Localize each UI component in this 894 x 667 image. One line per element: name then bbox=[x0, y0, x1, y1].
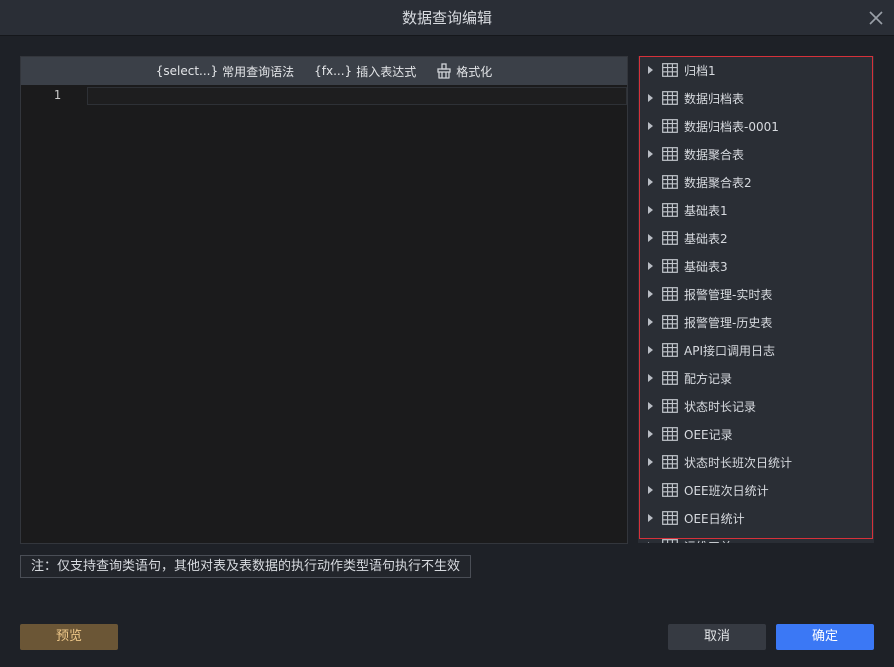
table-grid-icon bbox=[662, 399, 678, 413]
table-item-label: 报警管理-历史表 bbox=[684, 315, 773, 330]
caret-right-icon[interactable] bbox=[648, 318, 653, 326]
table-grid-icon bbox=[662, 147, 678, 161]
table-grid-icon bbox=[662, 539, 678, 543]
table-item-label: API接口调用日志 bbox=[684, 343, 775, 358]
table-item[interactable]: 归档1 bbox=[638, 56, 874, 84]
table-grid-icon bbox=[662, 119, 678, 133]
table-grid-icon bbox=[662, 63, 678, 77]
line-gutter: 1 bbox=[21, 85, 83, 543]
table-grid-icon bbox=[662, 175, 678, 189]
table-grid-icon bbox=[662, 259, 678, 273]
caret-right-icon[interactable] bbox=[648, 178, 653, 186]
table-item[interactable]: 基础表3 bbox=[638, 252, 874, 280]
caret-right-icon[interactable] bbox=[648, 514, 653, 522]
table-item-label: 数据归档表-0001 bbox=[684, 119, 779, 134]
table-item-label: 状态时长记录 bbox=[684, 399, 757, 414]
table-item-label: 数据聚合表2 bbox=[684, 175, 752, 190]
close-icon bbox=[869, 11, 883, 25]
select-code-label: {select...} bbox=[155, 64, 219, 78]
table-item[interactable]: 状态时长班次日统计 bbox=[638, 448, 874, 476]
table-item[interactable]: 基础表2 bbox=[638, 224, 874, 252]
table-item[interactable]: 数据聚合表 bbox=[638, 140, 874, 168]
table-grid-icon bbox=[662, 231, 678, 245]
table-tree[interactable]: 归档1 数据归档表数据归档表-0001 数据聚合表数据聚合表2 基础表1 基础表2 基础表… bbox=[638, 56, 874, 543]
table-item-label: 基础表3 bbox=[684, 259, 728, 274]
table-grid-icon bbox=[662, 287, 678, 301]
preview-button[interactable]: 预览 bbox=[20, 624, 118, 650]
table-grid-icon bbox=[662, 455, 678, 469]
code-line-input[interactable] bbox=[87, 87, 627, 105]
caret-right-icon[interactable] bbox=[648, 374, 653, 382]
table-item-label: OEE班次日统计 bbox=[684, 483, 769, 498]
caret-right-icon[interactable] bbox=[648, 94, 653, 102]
table-item[interactable]: 基础表1 bbox=[638, 196, 874, 224]
table-grid-icon bbox=[662, 427, 678, 441]
cancel-button[interactable]: 取消 bbox=[668, 624, 766, 650]
table-item[interactable]: 配方记录 bbox=[638, 364, 874, 392]
fx-code-label: {fx...} bbox=[314, 64, 353, 78]
caret-right-icon[interactable] bbox=[648, 150, 653, 158]
caret-right-icon[interactable] bbox=[648, 458, 653, 466]
table-item-label: OEE记录 bbox=[684, 427, 733, 442]
table-list: 归档1 数据归档表数据归档表-0001 数据聚合表数据聚合表2 基础表1 基础表2 基础表… bbox=[638, 56, 874, 543]
table-item-label: 状态时长班次日统计 bbox=[684, 455, 793, 470]
caret-right-icon[interactable] bbox=[648, 234, 653, 242]
table-grid-icon bbox=[662, 91, 678, 105]
table-item[interactable]: 报警管理-历史表 bbox=[638, 308, 874, 336]
table-item[interactable]: 数据聚合表2 bbox=[638, 168, 874, 196]
common-syntax-button[interactable]: {select...} 常用查询语法 bbox=[156, 63, 294, 80]
table-item-label: 数据聚合表 bbox=[684, 147, 745, 162]
caret-right-icon[interactable] bbox=[648, 542, 653, 543]
insert-expression-button[interactable]: {fx...} 插入表达式 bbox=[314, 63, 416, 80]
table-item-label: 运维工单 bbox=[684, 538, 732, 544]
table-item[interactable]: 状态时长记录 bbox=[638, 392, 874, 420]
caret-right-icon[interactable] bbox=[648, 430, 653, 438]
table-grid-icon bbox=[662, 371, 678, 385]
format-button[interactable]: 格式化 bbox=[436, 63, 492, 80]
dialog-title: 数据查询编辑 bbox=[401, 9, 492, 27]
ok-button[interactable]: 确定 bbox=[776, 624, 874, 650]
table-item[interactable]: 数据归档表 bbox=[638, 84, 874, 112]
dialog-titlebar: 数据查询编辑 bbox=[0, 0, 894, 36]
caret-right-icon[interactable] bbox=[648, 122, 653, 130]
table-item[interactable]: OEE班次日统计 bbox=[638, 476, 874, 504]
table-item-label: 基础表2 bbox=[684, 231, 728, 246]
sql-editor[interactable]: {select...} 常用查询语法 {fx...} 插入表达式 格式化 1 bbox=[20, 56, 628, 544]
table-grid-icon bbox=[662, 203, 678, 217]
table-item[interactable]: API接口调用日志 bbox=[638, 336, 874, 364]
table-item[interactable]: 运维工单 bbox=[638, 532, 874, 543]
caret-right-icon[interactable] bbox=[648, 486, 653, 494]
format-brush-icon bbox=[437, 63, 451, 79]
editor-toolbar: {select...} 常用查询语法 {fx...} 插入表达式 格式化 bbox=[21, 57, 627, 85]
format-label: 格式化 bbox=[456, 64, 493, 79]
table-item-label: 基础表1 bbox=[684, 203, 728, 218]
caret-right-icon[interactable] bbox=[648, 206, 653, 214]
table-item[interactable]: OEE记录 bbox=[638, 420, 874, 448]
caret-right-icon[interactable] bbox=[648, 346, 653, 354]
caret-right-icon[interactable] bbox=[648, 402, 653, 410]
table-item-label: 报警管理-实时表 bbox=[684, 287, 773, 302]
table-grid-icon bbox=[662, 511, 678, 525]
caret-right-icon[interactable] bbox=[648, 262, 653, 270]
table-item-label: 数据归档表 bbox=[684, 91, 745, 106]
caret-right-icon[interactable] bbox=[648, 66, 653, 74]
line-number: 1 bbox=[53, 88, 61, 102]
insert-expression-label: 插入表达式 bbox=[356, 64, 417, 79]
table-item-label: 归档1 bbox=[684, 63, 716, 78]
table-item-label: OEE日统计 bbox=[684, 511, 745, 526]
table-item[interactable]: 数据归档表-0001 bbox=[638, 112, 874, 140]
table-item-label: 配方记录 bbox=[684, 371, 733, 386]
table-grid-icon bbox=[662, 483, 678, 497]
table-grid-icon bbox=[662, 343, 678, 357]
table-item[interactable]: OEE日统计 bbox=[638, 504, 874, 532]
table-item[interactable]: 报警管理-实时表 bbox=[638, 280, 874, 308]
close-button[interactable] bbox=[866, 8, 886, 28]
query-note: 注：仅支持查询类语句，其他对表及表数据的执行动作类型语句执行不生效 bbox=[20, 555, 472, 578]
table-grid-icon bbox=[662, 315, 678, 329]
caret-right-icon[interactable] bbox=[648, 290, 653, 298]
common-syntax-label: 常用查询语法 bbox=[222, 64, 295, 79]
